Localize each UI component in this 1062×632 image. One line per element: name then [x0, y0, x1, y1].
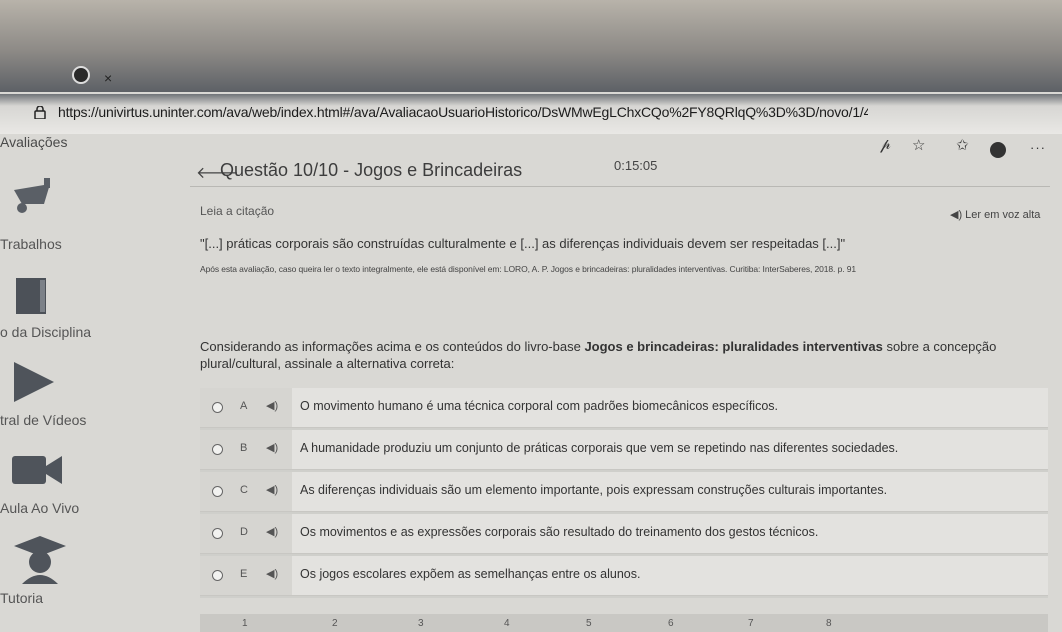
sidebar-item-disciplina[interactable]: o da Disciplina — [0, 324, 91, 340]
option-c[interactable]: C ◀) As diferenças individuais são um el… — [200, 472, 1048, 512]
option-letter: C — [240, 484, 248, 496]
speaker-icon[interactable]: ◀) — [266, 567, 278, 580]
speaker-icon[interactable]: ◀) — [266, 441, 278, 454]
option-a[interactable]: A ◀) O movimento humano é uma técnica co… — [200, 388, 1048, 428]
option-text: As diferenças individuais são um element… — [300, 483, 888, 497]
wheelbarrow-icon[interactable] — [8, 178, 52, 214]
option-a-radio[interactable] — [212, 402, 223, 413]
speaker-icon[interactable]: ◀) — [266, 483, 278, 496]
citation-quote: "[...] práticas corporais são construída… — [200, 236, 846, 251]
page-1[interactable]: 1 — [242, 618, 248, 629]
speaker-icon[interactable]: ◀) — [266, 399, 278, 412]
book-icon[interactable] — [14, 276, 48, 316]
option-e-radio[interactable] — [212, 570, 223, 581]
page-5[interactable]: 5 — [586, 618, 592, 629]
read-aloud-button[interactable]: ◀) Ler em voz alta — [950, 208, 1040, 221]
graduate-icon[interactable] — [12, 536, 68, 584]
prompt-book-title: Jogos e brincadeiras: pluralidades inter… — [584, 339, 883, 354]
instruction-text: Leia a citação — [200, 204, 275, 218]
option-c-radio[interactable] — [212, 486, 223, 497]
speaker-icon[interactable]: ◀) — [266, 525, 278, 538]
page-2[interactable]: 2 — [332, 618, 338, 629]
question-pagination: 1 2 3 4 5 6 7 8 — [200, 614, 1048, 632]
tab-close-icon[interactable]: × — [104, 70, 112, 86]
sidebar-item-aula-ao-vivo[interactable]: Aula Ao Vivo — [0, 500, 79, 516]
sidebar-title: Avaliações — [0, 134, 68, 150]
option-text: O movimento humano é uma técnica corpora… — [300, 399, 779, 413]
title-divider — [190, 186, 1050, 187]
option-e[interactable]: E ◀) Os jogos escolares expõem as semelh… — [200, 556, 1048, 596]
page-4[interactable]: 4 — [504, 618, 510, 629]
sidebar-item-trabalhos[interactable]: Trabalhos — [0, 236, 62, 252]
option-text: Os jogos escolares expõem as semelhanças… — [300, 567, 641, 581]
option-letter: B — [240, 442, 248, 454]
page-3[interactable]: 3 — [418, 618, 424, 629]
play-icon[interactable] — [12, 360, 56, 404]
question-title: Questão 10/10 - Jogos e Brincadeiras — [220, 160, 523, 180]
timer: 0:15:05 — [614, 158, 658, 173]
citation-source: Após esta avaliação, caso queira ler o t… — [200, 264, 856, 274]
url-text[interactable]: https://univirtus.uninter.com/ava/web/in… — [58, 104, 868, 120]
option-b[interactable]: B ◀) A humanidade produziu um conjunto d… — [200, 430, 1048, 470]
lock-icon[interactable] — [34, 106, 46, 119]
option-text: Os movimentos e as expressões corporais … — [300, 525, 819, 539]
option-d[interactable]: D ◀) Os movimentos e as expressões corpo… — [200, 514, 1048, 554]
video-camera-icon[interactable] — [12, 452, 62, 488]
option-letter: E — [240, 568, 248, 580]
page-7[interactable]: 7 — [748, 618, 754, 629]
answer-options: A ◀) O movimento humano é uma técnica co… — [200, 388, 1048, 598]
question-prompt: Considerando as informações acima e os c… — [200, 338, 1045, 372]
sidebar-item-tutoria[interactable]: Tutoria — [0, 590, 43, 606]
option-text: A humanidade produziu um conjunto de prá… — [300, 441, 899, 455]
sidebar-item-videos[interactable]: tral de Vídeos — [0, 412, 86, 428]
page-6[interactable]: 6 — [668, 618, 674, 629]
option-letter: D — [240, 526, 248, 538]
option-b-radio[interactable] — [212, 444, 223, 455]
option-letter: A — [240, 400, 248, 412]
option-d-radio[interactable] — [212, 528, 223, 539]
browser-tab-bar: × — [0, 0, 1062, 92]
page-8[interactable]: 8 — [826, 618, 832, 629]
tab-favicon-icon — [72, 66, 90, 84]
prompt-text-1: Considerando as informações acima e os c… — [200, 339, 585, 354]
